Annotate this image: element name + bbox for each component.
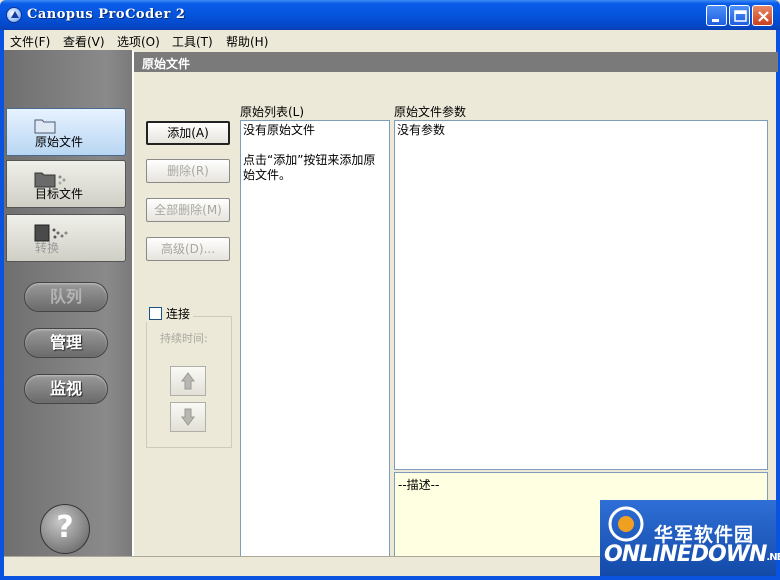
tab-source-files-label: 原始文件: [35, 135, 84, 149]
watermark-en: ONLINEDOWN.NET: [604, 542, 780, 567]
menu-bar: 文件(F) 查看(V) 选项(O) 工具(T) 帮助(H): [4, 30, 776, 50]
delete-all-button[interactable]: 全部删除(M): [146, 198, 230, 222]
app-window: Canopus ProCoder 2 文件(F) 查看(V) 选项(O) 工具(…: [0, 0, 780, 580]
connect-checkbox-row[interactable]: 连接: [146, 305, 194, 322]
source-list-empty-text: 没有原始文件: [243, 123, 316, 137]
folder-icon: [34, 119, 56, 134]
menu-tools[interactable]: 工具(T): [172, 33, 213, 50]
params-list[interactable]: 没有参数: [394, 120, 768, 470]
manage-button[interactable]: 管理: [24, 328, 108, 358]
description-text: --描述--: [398, 478, 440, 492]
close-button[interactable]: [752, 5, 773, 26]
minimize-icon: [712, 19, 719, 22]
move-down-button[interactable]: [170, 402, 206, 432]
watermark: 华军软件园 ONLINEDOWN.NET: [600, 500, 780, 576]
close-icon: [758, 11, 769, 22]
watermark-en-text: ONLINEDOWN: [604, 542, 767, 567]
delete-button[interactable]: 删除(R): [146, 159, 230, 183]
menu-view[interactable]: 查看(V): [63, 33, 105, 50]
params-empty-text: 没有参数: [397, 123, 446, 137]
duration-label: 持续时间:: [160, 332, 208, 345]
advanced-button[interactable]: 高级(D)...: [146, 237, 230, 261]
tab-convert[interactable]: 转换: [6, 214, 126, 262]
maximize-button[interactable]: [729, 5, 750, 26]
menu-help[interactable]: 帮助(H): [226, 33, 268, 50]
connect-label: 连接: [166, 307, 191, 321]
help-button[interactable]: ?: [40, 504, 90, 554]
tab-source-files[interactable]: 原始文件: [6, 108, 126, 156]
tab-target-files[interactable]: 目标文件: [6, 160, 126, 208]
tab-target-files-label: 目标文件: [35, 187, 84, 201]
maximize-icon: [734, 10, 747, 22]
sidebar: 原始文件 目标文件 转换 队列 管理 监视 ?: [4, 50, 132, 556]
arrow-down-icon: [181, 408, 195, 426]
move-up-button[interactable]: [170, 366, 206, 396]
help-icon: ?: [56, 510, 74, 545]
client-area: 文件(F) 查看(V) 选项(O) 工具(T) 帮助(H) 原始文件 目标文件: [4, 30, 778, 576]
watermark-logo-icon: [608, 506, 644, 542]
source-list[interactable]: 没有原始文件 点击“添加”按钮来添加原始文件。: [240, 120, 390, 576]
connect-checkbox[interactable]: [149, 307, 162, 320]
arrow-up-icon: [181, 372, 195, 390]
params-label: 原始文件参数: [394, 105, 467, 119]
add-button[interactable]: 添加(A): [146, 121, 230, 145]
main-panel: 原始文件 添加(A) 删除(R) 全部删除(M) 高级(D)... 连接 持续时…: [132, 50, 778, 576]
queue-button[interactable]: 队列: [24, 282, 108, 312]
watermark-suffix: .NET: [766, 552, 780, 563]
source-list-hint: 点击“添加”按钮来添加原始文件。: [243, 153, 376, 182]
tab-convert-label: 转换: [35, 241, 60, 255]
menu-options[interactable]: 选项(O): [117, 33, 160, 50]
window-title: Canopus ProCoder 2: [27, 7, 186, 22]
minimize-button[interactable]: [706, 5, 727, 26]
title-bar[interactable]: Canopus ProCoder 2: [0, 0, 780, 30]
source-list-label: 原始列表(L): [240, 105, 305, 119]
panel-header: 原始文件: [134, 52, 778, 72]
app-icon[interactable]: [6, 7, 22, 23]
monitor-button[interactable]: 监视: [24, 374, 108, 404]
menu-file[interactable]: 文件(F): [10, 33, 50, 50]
